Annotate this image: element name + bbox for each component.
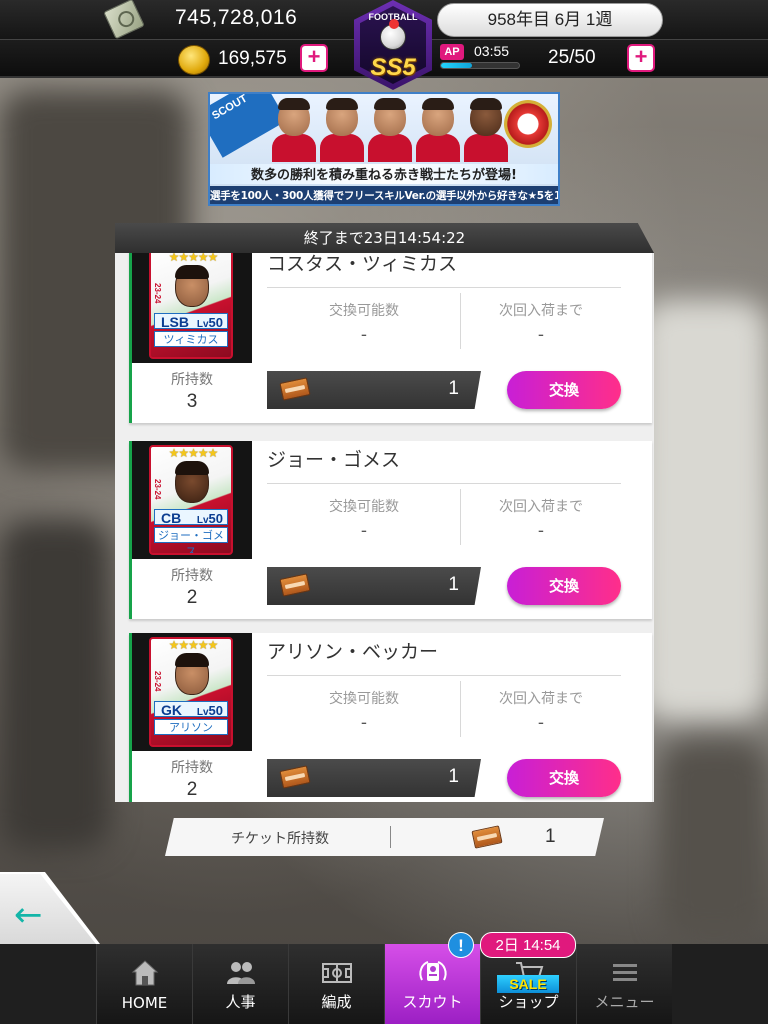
position-badge: GK Lv50: [154, 701, 228, 718]
bottom-nav: HOME 人事 編成 スカウト ショップ メニュー: [0, 944, 768, 1024]
exchangeable-label: 交換可能数: [329, 691, 399, 707]
player-card-frame: ★★★★★ 23-24 CB Lv50 ジョー・ゴメス: [132, 441, 252, 559]
player-name: アリソン・ベッカー: [267, 641, 439, 663]
rarity-stars: ★★★★★: [168, 446, 219, 460]
ticket-cost: 1: [267, 567, 481, 605]
exchangeable-label: 交換可能数: [329, 303, 399, 319]
season-label: 23-24: [153, 479, 162, 500]
scout-notification-badge: !: [448, 932, 474, 958]
coin-value: 169,575: [218, 48, 287, 69]
add-coins-button[interactable]: +: [300, 44, 328, 72]
ticket-cost-value: 1: [448, 378, 459, 399]
restock-value: -: [537, 713, 545, 733]
owned-count: 2: [186, 779, 198, 800]
exchange-list[interactable]: ★★★★★ 23-24 LSB Lv50 ツィミカス 所持数 3 コスタス・ツィミ…: [115, 253, 654, 802]
ticket-cost: 1: [267, 371, 481, 409]
player-card[interactable]: ★★★★★ 23-24 LSB Lv50 ツィミカス: [149, 253, 233, 359]
player-card[interactable]: ★★★★★ 23-24 CB Lv50 ジョー・ゴメス: [149, 445, 233, 555]
exchange-item: ★★★★★ 23-24 LSB Lv50 ツィミカス 所持数 3 コスタス・ツィミ…: [129, 253, 652, 423]
ap-progress-bar: [440, 62, 520, 69]
ticket-cost-value: 1: [448, 574, 459, 595]
nav-home[interactable]: HOME: [96, 944, 192, 1024]
ball-icon: [380, 19, 406, 50]
position-badge: LSB Lv50: [154, 313, 228, 330]
ticket-icon: [471, 825, 503, 849]
player-card-frame: ★★★★★ 23-24 GK Lv50 アリソン: [132, 633, 252, 751]
owned-count: 2: [186, 587, 198, 608]
ticket-total-bar: チケット所持数 1: [165, 818, 604, 856]
banner-players: [272, 98, 512, 162]
exchange-button[interactable]: 交換: [507, 759, 621, 797]
ticket-total-value: 1: [545, 826, 556, 847]
nav-personnel[interactable]: 人事: [192, 944, 288, 1024]
nav-menu[interactable]: メニュー: [576, 944, 672, 1024]
people-icon: [227, 962, 255, 984]
exchange-button[interactable]: 交換: [507, 371, 621, 409]
player-name: コスタス・ツィミカス: [267, 253, 458, 275]
ticket-cost: 1: [267, 759, 481, 797]
rarity-stars: ★★★★★: [168, 638, 219, 652]
banner-title: 数多の勝利を積み重ねる赤き戦士たちが登場!: [210, 164, 558, 184]
position-badge: CB Lv50: [154, 509, 228, 526]
restock-value: -: [537, 521, 545, 541]
scout-icon: [419, 961, 447, 981]
ticket-icon: [279, 377, 311, 401]
restock-label: 次回入荷まで: [499, 303, 583, 319]
card-player-name: ツィミカス: [154, 331, 228, 347]
banner-player-image: [320, 98, 364, 162]
owned-label: 所持数: [171, 760, 213, 776]
owned-count: 3: [186, 391, 198, 412]
menu-icon: [613, 964, 637, 981]
banner-player-image: [272, 98, 316, 162]
ticket-icon: [279, 573, 311, 597]
exchange-item: ★★★★★ 23-24 CB Lv50 ジョー・ゴメス 所持数 2 ジョー・ゴメス…: [129, 441, 652, 619]
ap-progress-fill: [441, 63, 473, 68]
add-stamina-button[interactable]: +: [627, 44, 655, 72]
sale-timer-badge: 2日 14:54: [480, 932, 576, 958]
owned-label: 所持数: [171, 372, 213, 388]
scout-banner[interactable]: SCOUT 数多の勝利を積み重ねる赤き戦士たちが登場! 選手を100人・300人…: [208, 92, 560, 206]
exchangeable-value: -: [360, 325, 368, 345]
banner-player-image: [464, 98, 508, 162]
player-name: ジョー・ゴメス: [267, 449, 401, 471]
exchangeable-value: -: [360, 713, 368, 733]
ap-badge: AP: [440, 44, 464, 60]
field-icon: [322, 963, 352, 983]
ticket-cost-value: 1: [448, 766, 459, 787]
banner-subtitle: 選手を100人・300人獲得でフリースキルVer.の選手以外から好きな★5を1人…: [210, 186, 558, 204]
restock-label: 次回入荷まで: [499, 499, 583, 515]
exchange-button[interactable]: 交換: [507, 567, 621, 605]
card-player-name: アリソン: [154, 719, 228, 735]
exchange-item: ★★★★★ 23-24 GK Lv50 アリソン 所持数 2 アリソン・ベッカー …: [129, 633, 652, 802]
sale-badge: SALE: [497, 975, 559, 993]
ticket-icon: [279, 765, 311, 789]
player-card[interactable]: ★★★★★ 23-24 GK Lv50 アリソン: [149, 637, 233, 747]
stamina-count: 25/50: [548, 47, 596, 68]
home-icon: [131, 960, 159, 986]
owned-label: 所持数: [171, 568, 213, 584]
event-timer: 終了まで23日14:54:22: [115, 223, 654, 253]
season-label: 23-24: [153, 283, 162, 304]
season-label: 23-24: [153, 671, 162, 692]
exchangeable-value: -: [360, 521, 368, 541]
banner-player-image: [416, 98, 460, 162]
money-value: 745,728,016: [175, 6, 298, 29]
ap-timer: 03:55: [474, 43, 510, 59]
ticket-total-label: チケット所持数: [231, 831, 329, 847]
restock-value: -: [537, 325, 545, 345]
anniversary-emblem: [504, 100, 552, 148]
rarity-stars: ★★★★★: [168, 253, 219, 264]
player-card-frame: ★★★★★ 23-24 LSB Lv50 ツィミカス: [132, 253, 252, 363]
card-player-name: ジョー・ゴメス: [154, 527, 228, 553]
restock-label: 次回入荷まで: [499, 691, 583, 707]
back-arrow-icon: ←: [14, 895, 43, 935]
game-date: 958年目 6月 1週: [437, 3, 663, 37]
coin-icon: [178, 45, 210, 75]
banner-player-image: [368, 98, 412, 162]
nav-formation[interactable]: 編成: [288, 944, 384, 1024]
exchangeable-label: 交換可能数: [329, 499, 399, 515]
